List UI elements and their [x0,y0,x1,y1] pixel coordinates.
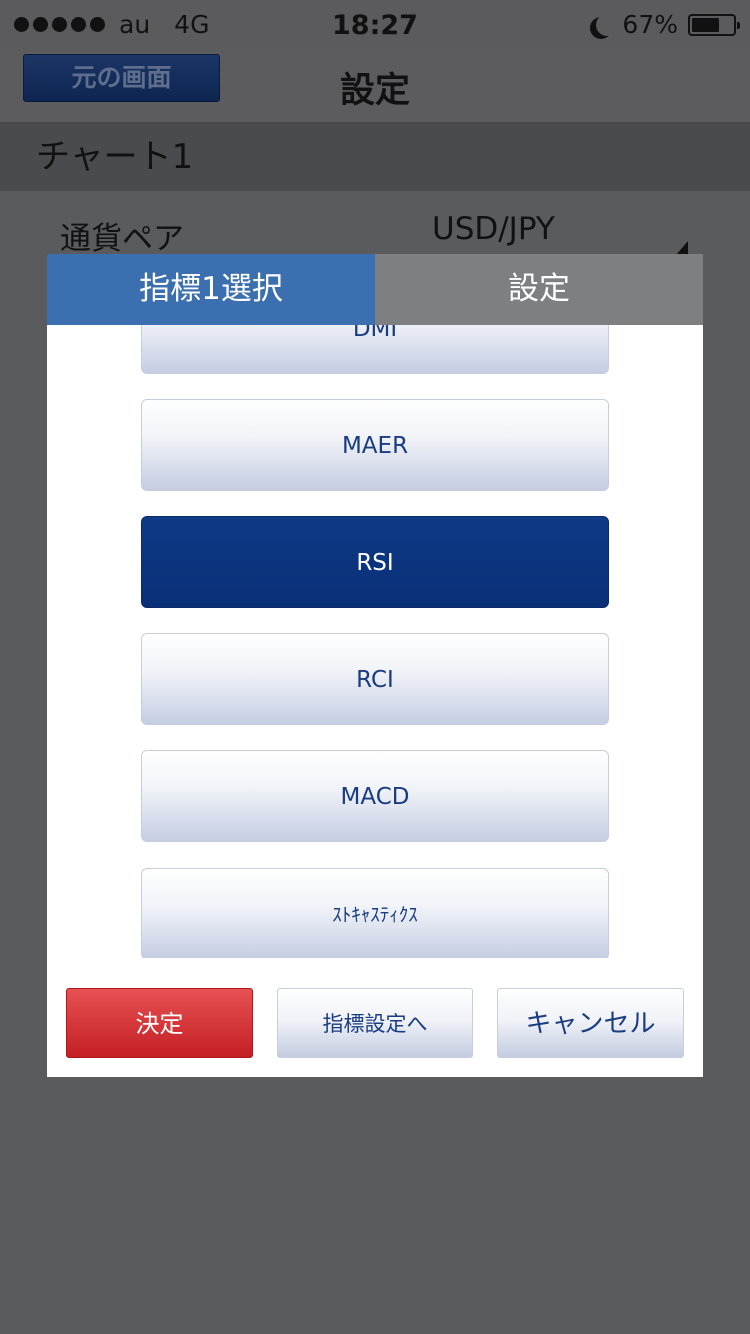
do-not-disturb-moon-icon [596,14,618,36]
currency-pair-value: USD/JPY [432,211,555,247]
indicator-option-macd[interactable]: MACD [141,750,609,842]
indicator-list[interactable]: DMI MAER RSI RCI MACD ｽﾄｷｬｽﾃｨｸｽ [47,325,703,958]
cancel-button[interactable]: キャンセル [497,988,684,1058]
battery-icon [688,13,740,36]
currency-pair-row[interactable]: 通貨ペア USD/JPY [0,191,750,261]
indicator-settings-button[interactable]: 指標設定へ [277,988,473,1058]
indicator-option-rsi[interactable]: RSI [141,516,609,608]
battery-fill [692,17,719,32]
status-right: 67% [590,10,740,39]
tab-settings[interactable]: 設定 [375,254,703,325]
navigation-bar: 元の画面 設定 [0,52,750,123]
battery-percent: 67% [622,10,678,39]
page-title: 設定 [339,71,410,111]
picker-arrow-icon [676,241,688,255]
confirm-button[interactable]: 決定 [66,988,253,1058]
indicator-option-maer[interactable]: MAER [141,399,609,491]
indicator-option-rci[interactable]: RCI [141,633,609,725]
currency-pair-label: 通貨ペア [60,221,184,257]
chart-section-header: チャート1 [0,123,750,191]
tab-indicator-select[interactable]: 指標1選択 [47,254,375,325]
status-bar: au 4G 18:27 67% [0,0,750,52]
dialog-tab-bar: 指標1選択 設定 [47,254,703,325]
indicator-option-dmi[interactable]: DMI [141,325,609,374]
indicator-option-stochastics[interactable]: ｽﾄｷｬｽﾃｨｸｽ [141,868,609,958]
indicator-select-dialog: 指標1選択 設定 DMI MAER RSI RCI MACD ｽﾄｷｬｽﾃｨｸｽ… [47,254,703,1077]
